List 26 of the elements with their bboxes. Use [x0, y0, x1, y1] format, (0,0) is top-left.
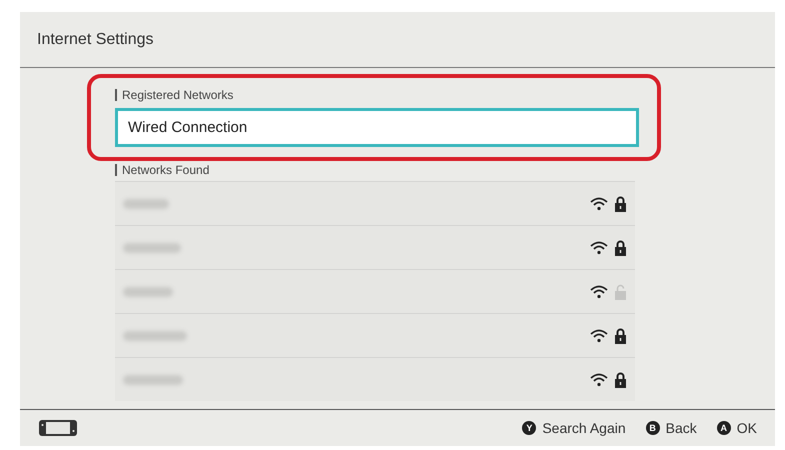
action-label[interactable]: OK	[736, 420, 757, 436]
blurred-network-name	[123, 330, 187, 340]
wired-connection-item[interactable]: Wired Connection	[115, 108, 639, 147]
network-item[interactable]	[115, 357, 635, 401]
controller-key: A	[716, 421, 731, 435]
blurred-network-name	[123, 198, 169, 208]
network-item[interactable]	[115, 225, 635, 269]
section-heading: Networks Found	[122, 163, 210, 177]
blurred-network-name	[123, 286, 173, 296]
page-title: Internet Settings	[37, 30, 154, 48]
console-icon	[38, 419, 78, 437]
blurred-network-name	[123, 374, 183, 384]
wifi-icon	[590, 328, 608, 342]
section-heading: Registered Networks	[122, 88, 234, 102]
network-item[interactable]	[115, 313, 635, 357]
wifi-icon	[590, 196, 608, 210]
wifi-icon	[590, 372, 608, 386]
wifi-icon	[590, 284, 608, 298]
controller-key: Y	[522, 421, 536, 435]
action-label[interactable]: Back	[666, 420, 697, 436]
network-item[interactable]	[115, 269, 635, 313]
blurred-network-name	[123, 242, 181, 252]
wifi-icon	[590, 240, 608, 254]
controller-key: B	[646, 421, 660, 435]
network-item[interactable]	[115, 181, 635, 225]
action-label[interactable]: Search Again	[542, 420, 626, 436]
